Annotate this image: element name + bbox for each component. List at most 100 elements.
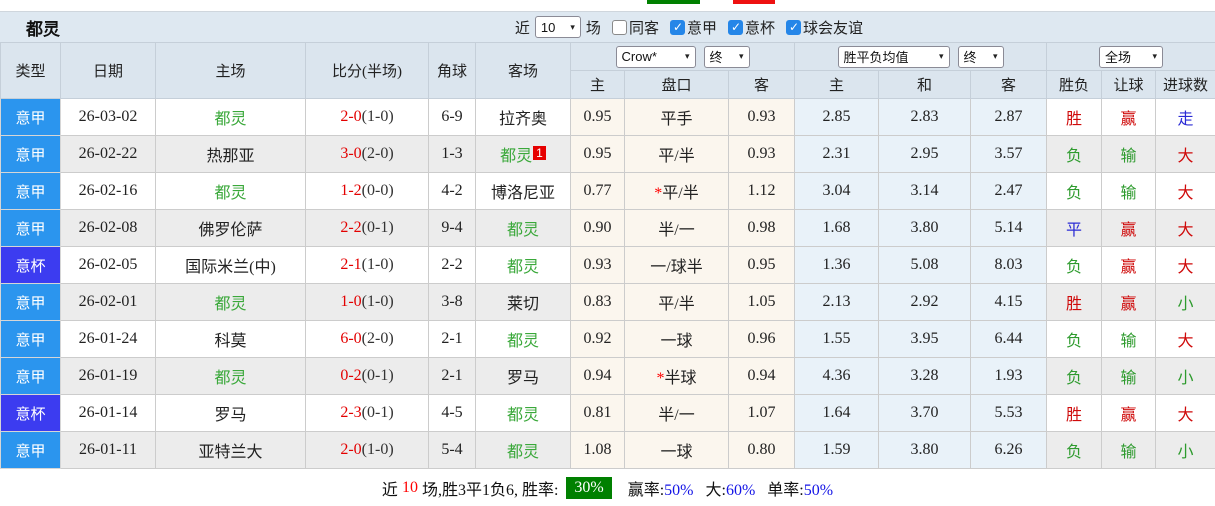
score-cell: 2-1(1-0)	[306, 247, 429, 284]
odds-away-cell: 1.12	[729, 173, 795, 210]
chevron-down-icon: ▾	[1153, 51, 1158, 62]
same-away-label: 同客	[629, 17, 659, 38]
col-away: 客场	[476, 43, 571, 99]
col-date: 日期	[61, 43, 156, 99]
coppa-italia-checkbox[interactable]	[728, 20, 743, 35]
avg-away-cell: 6.44	[971, 321, 1047, 358]
handicap-cell: 平手	[625, 99, 729, 136]
filters-bar: 近 10▾ 场 同客 意甲 意杯 球会友谊	[515, 16, 863, 38]
near-label: 近	[515, 17, 530, 38]
avg-away-cell: 1.93	[971, 358, 1047, 395]
league-badge: 意甲	[1, 432, 61, 469]
avg-stage-select[interactable]: 终▾	[958, 46, 1004, 68]
avg-away-cell: 5.14	[971, 210, 1047, 247]
red-indicator-bar	[733, 0, 775, 4]
odds-stage-select[interactable]: 终▾	[704, 46, 750, 68]
col-corner: 角球	[429, 43, 476, 99]
away-team-cell: 都灵	[476, 247, 571, 284]
result-cell: 胜	[1047, 99, 1102, 136]
same-away-checkbox[interactable]	[612, 20, 627, 35]
home-team-cell: 罗马	[156, 395, 306, 432]
goals-result-cell: 小	[1156, 358, 1215, 395]
col-goals: 进球数	[1156, 71, 1215, 99]
recent-games-select[interactable]: 10▾	[535, 16, 581, 38]
score-cell: 3-0(2-0)	[306, 136, 429, 173]
match-row: 意甲 26-01-11 亚特兰大 2-0(1-0) 5-4 都灵 1.08 一球…	[1, 432, 1215, 469]
match-row: 意杯 26-02-05 国际米兰(中) 2-1(1-0) 2-2 都灵 0.93…	[1, 247, 1215, 284]
league-badge: 意甲	[1, 99, 61, 136]
handicap-cell: 平/半	[625, 284, 729, 321]
away-team-cell: 都灵	[476, 321, 571, 358]
home-team-cell: 科莫	[156, 321, 306, 358]
date-cell: 26-01-24	[61, 321, 156, 358]
avg-home-cell: 4.36	[795, 358, 879, 395]
home-team-cell: 都灵	[156, 173, 306, 210]
games-label: 场	[586, 17, 601, 38]
handicap-cell: *半球	[625, 358, 729, 395]
col-odds-home: 主	[571, 71, 625, 99]
avg-draw-cell: 3.14	[879, 173, 971, 210]
top-strip	[0, 0, 1215, 11]
score-cell: 1-0(1-0)	[306, 284, 429, 321]
let-ball-result-cell: 输	[1102, 432, 1156, 469]
result-cell: 平	[1047, 210, 1102, 247]
avg-away-cell: 8.03	[971, 247, 1047, 284]
odds-away-cell: 0.93	[729, 136, 795, 173]
let-ball-result-cell: 赢	[1102, 210, 1156, 247]
avg-home-cell: 1.59	[795, 432, 879, 469]
odds-away-cell: 1.07	[729, 395, 795, 432]
odds-group-header: Crow*▾ 终▾	[571, 43, 795, 71]
col-type: 类型	[1, 43, 61, 99]
odds-away-cell: 0.98	[729, 210, 795, 247]
match-row: 意甲 26-02-08 佛罗伦萨 2-2(0-1) 9-4 都灵 0.90 半/…	[1, 210, 1215, 247]
corner-cell: 4-2	[429, 173, 476, 210]
corner-cell: 2-1	[429, 358, 476, 395]
avg-away-cell: 3.57	[971, 136, 1047, 173]
avg-home-cell: 1.36	[795, 247, 879, 284]
serie-a-checkbox[interactable]	[670, 20, 685, 35]
corner-cell: 3-8	[429, 284, 476, 321]
chevron-down-icon: ▾	[993, 51, 998, 62]
avg-home-cell: 2.13	[795, 284, 879, 321]
odds-away-cell: 0.93	[729, 99, 795, 136]
odds-company-select[interactable]: Crow*▾	[616, 46, 696, 68]
let-ball-result-cell: 赢	[1102, 99, 1156, 136]
avg-away-cell: 6.26	[971, 432, 1047, 469]
scope-select[interactable]: 全场▾	[1099, 46, 1163, 68]
club-friendly-checkbox[interactable]	[786, 20, 801, 35]
date-cell: 26-02-22	[61, 136, 156, 173]
match-row: 意甲 26-02-22 热那亚 3-0(2-0) 1-3 都灵1 0.95 平/…	[1, 136, 1215, 173]
away-team-cell: 罗马	[476, 358, 571, 395]
avg-odds-select[interactable]: 胜平负均值▾	[838, 46, 950, 68]
odds-home-cell: 0.77	[571, 173, 625, 210]
stat-label: 赢率:50%	[628, 476, 694, 500]
chevron-down-icon: ▾	[570, 22, 575, 33]
match-row: 意甲 26-03-02 都灵 2-0(1-0) 6-9 拉齐奥 0.95 平手 …	[1, 99, 1215, 136]
result-cell: 负	[1047, 358, 1102, 395]
stat-label: 大:60%	[706, 476, 756, 500]
avg-draw-cell: 2.95	[879, 136, 971, 173]
match-row: 意甲 26-02-16 都灵 1-2(0-0) 4-2 博洛尼亚 0.77 *平…	[1, 173, 1215, 210]
goals-result-cell: 大	[1156, 247, 1215, 284]
date-cell: 26-02-01	[61, 284, 156, 321]
odds-home-cell: 0.81	[571, 395, 625, 432]
away-team-cell: 都灵	[476, 395, 571, 432]
result-cell: 负	[1047, 173, 1102, 210]
league-badge: 意甲	[1, 173, 61, 210]
chevron-down-icon: ▾	[739, 51, 744, 62]
col-result: 胜负	[1047, 71, 1102, 99]
away-team-cell: 都灵1	[476, 136, 571, 173]
odds-home-cell: 0.94	[571, 358, 625, 395]
league-badge: 意甲	[1, 358, 61, 395]
result-cell: 胜	[1047, 395, 1102, 432]
score-cell: 2-0(1-0)	[306, 99, 429, 136]
col-score: 比分(半场)	[306, 43, 429, 99]
avg-away-cell: 5.53	[971, 395, 1047, 432]
col-home: 主场	[156, 43, 306, 99]
matches-table: 类型 日期 主场 比分(半场) 角球 客场 Crow*▾ 终▾ 胜平负均值▾ 终…	[0, 42, 1215, 469]
score-cell: 2-0(1-0)	[306, 432, 429, 469]
avg-group-header: 胜平负均值▾ 终▾	[795, 43, 1047, 71]
corner-cell: 2-1	[429, 321, 476, 358]
odds-home-cell: 0.90	[571, 210, 625, 247]
table-header: 类型 日期 主场 比分(半场) 角球 客场 Crow*▾ 终▾ 胜平负均值▾ 终…	[1, 43, 1215, 99]
